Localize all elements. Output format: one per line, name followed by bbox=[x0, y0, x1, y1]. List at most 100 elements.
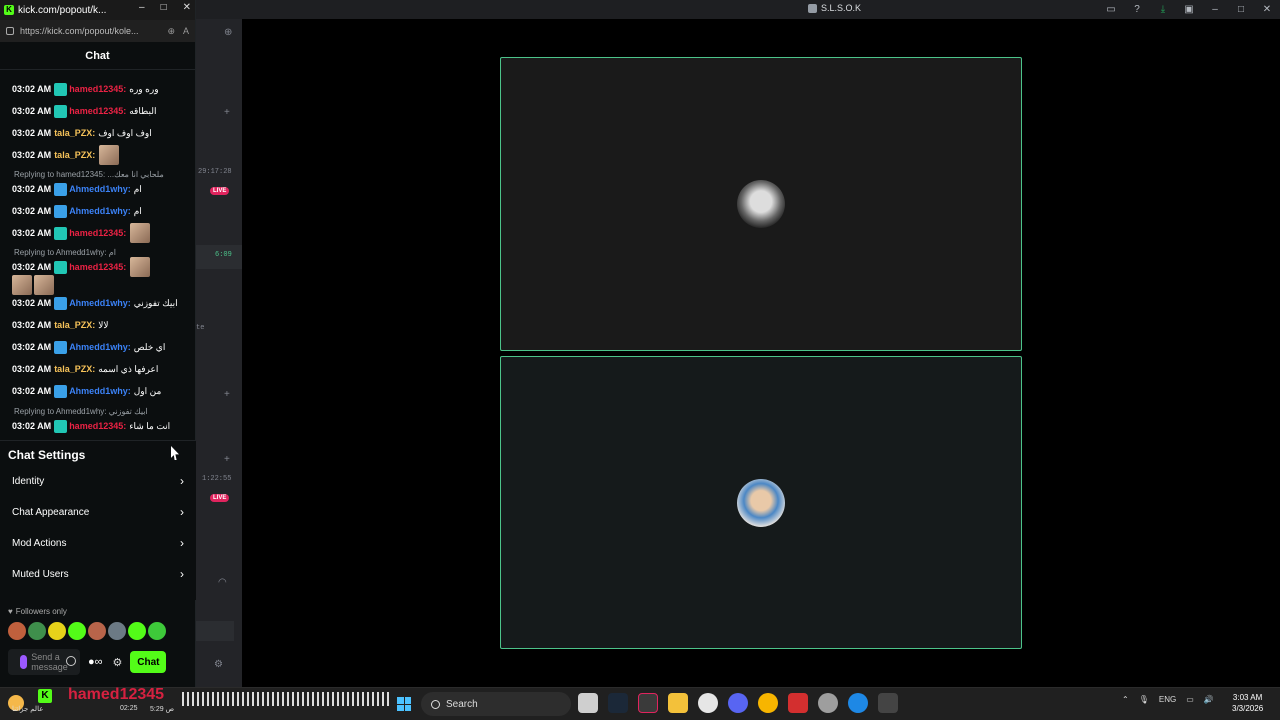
subscriber-badge-icon bbox=[54, 82, 68, 96]
username[interactable]: tala_PZX bbox=[54, 150, 92, 160]
participant-tile[interactable] bbox=[500, 57, 1022, 351]
emote-button[interactable] bbox=[108, 622, 126, 640]
chat-message: 03:02 AM Ahmedd1why: ام bbox=[12, 182, 142, 196]
popout-titlebar: K kick.com/popout/k... – □ ✕ bbox=[0, 0, 195, 20]
username[interactable]: tala_PZX bbox=[54, 128, 92, 138]
username[interactable]: tala_PZX bbox=[54, 320, 92, 330]
language-indicator[interactable]: ENG bbox=[1159, 695, 1176, 704]
chat-message: 03:02 AM hamed12345: انت ما شاء bbox=[12, 419, 171, 433]
acrobat-icon[interactable] bbox=[788, 693, 808, 713]
add-icon[interactable]: + bbox=[224, 454, 230, 465]
help-icon[interactable]: ? bbox=[1124, 4, 1150, 15]
app-icon[interactable] bbox=[818, 693, 838, 713]
discord-icon[interactable] bbox=[728, 693, 748, 713]
participant-tile[interactable] bbox=[500, 356, 1022, 649]
chat-message: 03:02 AM tala_PZX: اوف اوف اوف bbox=[12, 127, 152, 139]
maximize-button[interactable]: □ bbox=[161, 2, 167, 13]
monitor-icon[interactable]: ▣ bbox=[1176, 4, 1202, 15]
add-icon[interactable]: + bbox=[224, 107, 230, 118]
username[interactable]: tala_PZX bbox=[54, 364, 92, 374]
epic-games-icon[interactable] bbox=[638, 693, 658, 713]
close-button[interactable]: ✕ bbox=[183, 2, 191, 13]
taskbar-apps bbox=[578, 693, 898, 713]
close-button[interactable]: ✕ bbox=[1254, 4, 1280, 15]
microphone-icon[interactable] bbox=[20, 655, 28, 669]
add-icon[interactable]: + bbox=[224, 389, 230, 400]
main-titlebar: S.L.S.O.K ▭ ? ⤓ ▣ – □ ✕ bbox=[196, 0, 1280, 19]
message-time: 03:02 AM bbox=[12, 128, 52, 138]
avatar bbox=[737, 180, 785, 228]
username[interactable]: Ahmedd1why bbox=[69, 298, 128, 308]
emote-button[interactable] bbox=[28, 622, 46, 640]
app-icon bbox=[808, 3, 817, 13]
steam-icon[interactable] bbox=[608, 693, 628, 713]
network-icon[interactable]: ▭ bbox=[1186, 695, 1194, 704]
minimize-button[interactable]: – bbox=[1202, 4, 1228, 15]
search-label: Search bbox=[446, 698, 478, 710]
settings-app-icon[interactable] bbox=[698, 693, 718, 713]
start-button-icon[interactable] bbox=[397, 697, 411, 711]
taskbar-search[interactable]: Search bbox=[421, 692, 571, 716]
taskbar-clock[interactable]: 3:03 AM 3/3/2026 bbox=[1232, 692, 1263, 714]
reply-context[interactable]: Replying to Ahmedd1why: ابيك تفوزني bbox=[14, 407, 148, 416]
emote-image bbox=[130, 257, 151, 277]
emote-button[interactable] bbox=[48, 622, 66, 640]
system-tray: ⌃ 🎙 ENG ▭ 🔊 bbox=[1122, 695, 1214, 704]
emote-button[interactable] bbox=[8, 622, 26, 640]
kick-taskbar-icon[interactable]: K bbox=[38, 689, 52, 703]
download-icon[interactable]: ⤓ bbox=[1150, 4, 1176, 15]
send-chat-button[interactable]: Chat bbox=[130, 651, 167, 673]
username[interactable]: Ahmedd1why bbox=[69, 386, 128, 396]
address-bar[interactable]: https://kick.com/popout/kole... ⊕ A bbox=[0, 20, 195, 42]
emoji-icon[interactable] bbox=[66, 656, 76, 666]
app-icon[interactable] bbox=[878, 693, 898, 713]
add-user-icon[interactable]: ⊕ bbox=[224, 27, 232, 38]
username[interactable]: Ahmedd1why bbox=[69, 184, 128, 194]
microphone-tray-icon[interactable]: 🎙 bbox=[1139, 695, 1149, 704]
zoom-icon[interactable]: ⊕ bbox=[167, 26, 175, 37]
settings-item-mod-actions[interactable]: Mod Actions › bbox=[12, 533, 184, 553]
clock-date: 3/3/2026 bbox=[1232, 704, 1264, 713]
settings-gear-icon[interactable]: ⚙ bbox=[214, 659, 223, 670]
settings-item-chat-appearance[interactable]: Chat Appearance › bbox=[12, 502, 184, 522]
channel-points-button[interactable]: ●∞ bbox=[88, 656, 103, 668]
search-icon bbox=[431, 699, 440, 709]
username[interactable]: hamed12345 bbox=[69, 228, 123, 238]
headphones-icon[interactable]: ◠ bbox=[218, 577, 227, 588]
emote-button[interactable] bbox=[148, 622, 166, 640]
maximize-button[interactable]: □ bbox=[1228, 4, 1254, 15]
vip-badge-icon bbox=[54, 296, 68, 310]
username[interactable]: hamed12345 bbox=[69, 262, 123, 272]
settings-item-identity[interactable]: Identity › bbox=[12, 471, 184, 491]
chevron-up-icon[interactable]: ⌃ bbox=[1122, 695, 1129, 704]
channel-sidebar: ⊕ + 29:17:28 LIVE 6:09 te + + 1:22:55 LI… bbox=[196, 19, 242, 687]
username[interactable]: hamed12345 bbox=[69, 106, 123, 116]
username[interactable]: Ahmedd1why bbox=[69, 342, 128, 352]
emote-button[interactable] bbox=[68, 622, 86, 640]
chat-message-input[interactable]: Send a message bbox=[8, 649, 80, 675]
emote-image bbox=[130, 223, 151, 243]
vip-badge-icon bbox=[54, 204, 68, 218]
inbox-icon[interactable]: ▭ bbox=[1098, 4, 1124, 15]
volume-icon[interactable]: 🔊 bbox=[1204, 695, 1214, 704]
task-view-icon[interactable] bbox=[578, 693, 598, 713]
chat-message: 03:02 AM hamed12345: bbox=[12, 223, 151, 243]
username[interactable]: Ahmedd1why bbox=[69, 206, 128, 216]
emote-button[interactable] bbox=[88, 622, 106, 640]
username[interactable]: hamed12345 bbox=[69, 421, 123, 431]
subscriber-badge-icon bbox=[54, 260, 68, 274]
notification-app-icon[interactable] bbox=[758, 693, 778, 713]
reply-context[interactable]: Replying to hamed12345: ...ملحابي انا مع… bbox=[14, 170, 164, 179]
settings-item-muted-users[interactable]: Muted Users › bbox=[12, 564, 184, 584]
kick-logo-icon: K bbox=[4, 5, 14, 15]
reply-context[interactable]: Replying to Ahmedd1why: ام bbox=[14, 248, 116, 257]
chat-settings-gear-icon[interactable]: ⚙ bbox=[113, 656, 123, 669]
soundboard-button[interactable] bbox=[196, 621, 234, 641]
read-aloud-icon[interactable]: A bbox=[183, 26, 189, 37]
edge-icon[interactable] bbox=[848, 693, 868, 713]
minimize-button[interactable]: – bbox=[139, 2, 145, 13]
username[interactable]: hamed12345 bbox=[69, 84, 123, 94]
file-explorer-icon[interactable] bbox=[668, 693, 688, 713]
emote-button[interactable] bbox=[128, 622, 146, 640]
chat-input-row: Send a message ●∞ ⚙ Chat bbox=[8, 648, 196, 676]
